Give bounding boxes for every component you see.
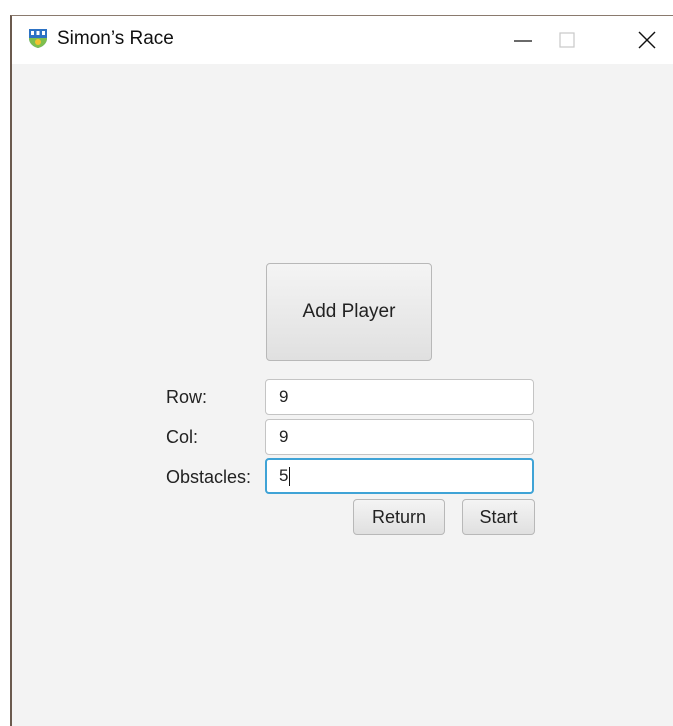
- col-value: 9: [279, 427, 289, 446]
- obstacles-value: 5: [279, 466, 289, 485]
- obstacles-label: Obstacles:: [166, 467, 252, 487]
- close-button[interactable]: [624, 16, 670, 64]
- maximize-button[interactable]: [544, 16, 590, 64]
- title-bar[interactable]: Simon’s Race: [12, 16, 673, 64]
- col-label: Col:: [166, 427, 199, 447]
- row-value: 9: [279, 387, 289, 406]
- maximize-icon: [559, 32, 575, 48]
- app-logo-icon: [29, 29, 47, 48]
- row-label: Row:: [166, 387, 208, 407]
- col-input[interactable]: 9: [265, 419, 534, 455]
- add-player-button[interactable]: Add Player: [266, 263, 432, 361]
- start-button[interactable]: Start: [462, 499, 535, 535]
- minimize-button[interactable]: [500, 16, 546, 64]
- app-window: Simon’s Race Add Player Row: 9 Col: 9 Ob…: [10, 15, 673, 726]
- close-icon: [638, 31, 656, 49]
- window-title: Simon’s Race: [57, 28, 174, 49]
- row-input[interactable]: 9: [265, 379, 534, 415]
- minimize-icon: [514, 40, 532, 42]
- text-caret: [289, 467, 291, 487]
- obstacles-input[interactable]: 5: [265, 458, 534, 494]
- main-content: Add Player Row: 9 Col: 9 Obstacles: 5 Re…: [12, 64, 673, 726]
- return-button[interactable]: Return: [353, 499, 445, 535]
